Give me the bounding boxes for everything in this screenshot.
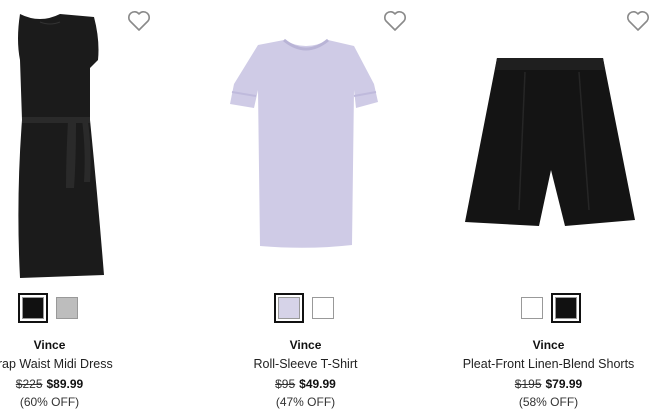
product-image-tshirt[interactable] (196, 0, 415, 285)
original-price: $195 (514, 377, 542, 391)
heart-outline-icon[interactable] (127, 10, 151, 32)
product-price: $95 $49.99 (196, 376, 415, 392)
product-name[interactable]: Wrap Waist Midi Dress (0, 356, 159, 372)
color-swatches (439, 293, 658, 323)
swatch-black[interactable] (550, 293, 581, 323)
swatch-grey[interactable] (55, 297, 78, 319)
product-image-shorts[interactable] (439, 0, 658, 285)
discount-label: (60% OFF) (19, 395, 80, 409)
original-price: $225 (15, 377, 43, 391)
product-meta: Vince Pleat-Front Linen-Blend Shorts $19… (439, 338, 658, 410)
color-swatches (0, 293, 159, 323)
dress-image[interactable] (0, 0, 159, 285)
product-name[interactable]: Pleat-Front Linen-Blend Shorts (439, 356, 658, 372)
product-meta: Vince Roll-Sleeve T-Shirt $95 $49.99 (47%… (196, 338, 415, 410)
product-price: $195 $79.99 (439, 376, 658, 392)
shorts-image[interactable] (439, 0, 658, 285)
swatch-white[interactable] (520, 297, 543, 319)
product-brand[interactable]: Vince (439, 338, 658, 352)
sale-price: $79.99 (545, 377, 583, 391)
product-grid: Vince Wrap Waist Midi Dress $225$89.99 (… (0, 0, 658, 415)
product-image-dress[interactable] (0, 0, 159, 285)
product-name[interactable]: Roll-Sleeve T-Shirt (196, 356, 415, 372)
discount-label: (58% OFF) (518, 395, 579, 409)
product-brand[interactable]: Vince (0, 338, 159, 352)
discount-label: (47% OFF) (275, 395, 336, 409)
tshirt-image[interactable] (196, 0, 415, 285)
product-card[interactable]: Vince Pleat-Front Linen-Blend Shorts $19… (439, 0, 658, 415)
heart-outline-icon[interactable] (383, 10, 407, 32)
sale-price: $49.99 (299, 377, 336, 391)
original-price: $95 (275, 377, 296, 391)
product-card[interactable]: Vince Wrap Waist Midi Dress $225$89.99 (… (0, 0, 159, 415)
product-meta: Vince Wrap Waist Midi Dress $225$89.99 (… (0, 338, 159, 410)
swatch-white[interactable] (311, 297, 334, 319)
product-brand[interactable]: Vince (196, 338, 415, 352)
color-swatches (196, 293, 415, 323)
product-card[interactable]: Vince Roll-Sleeve T-Shirt $95 $49.99 (47%… (196, 0, 415, 415)
product-price: $225 $89.99 (0, 376, 159, 392)
heart-outline-icon[interactable] (626, 10, 650, 32)
sale-price: $89.99 (46, 377, 84, 391)
swatch-lavender[interactable] (273, 293, 304, 323)
swatch-black[interactable] (17, 293, 48, 323)
